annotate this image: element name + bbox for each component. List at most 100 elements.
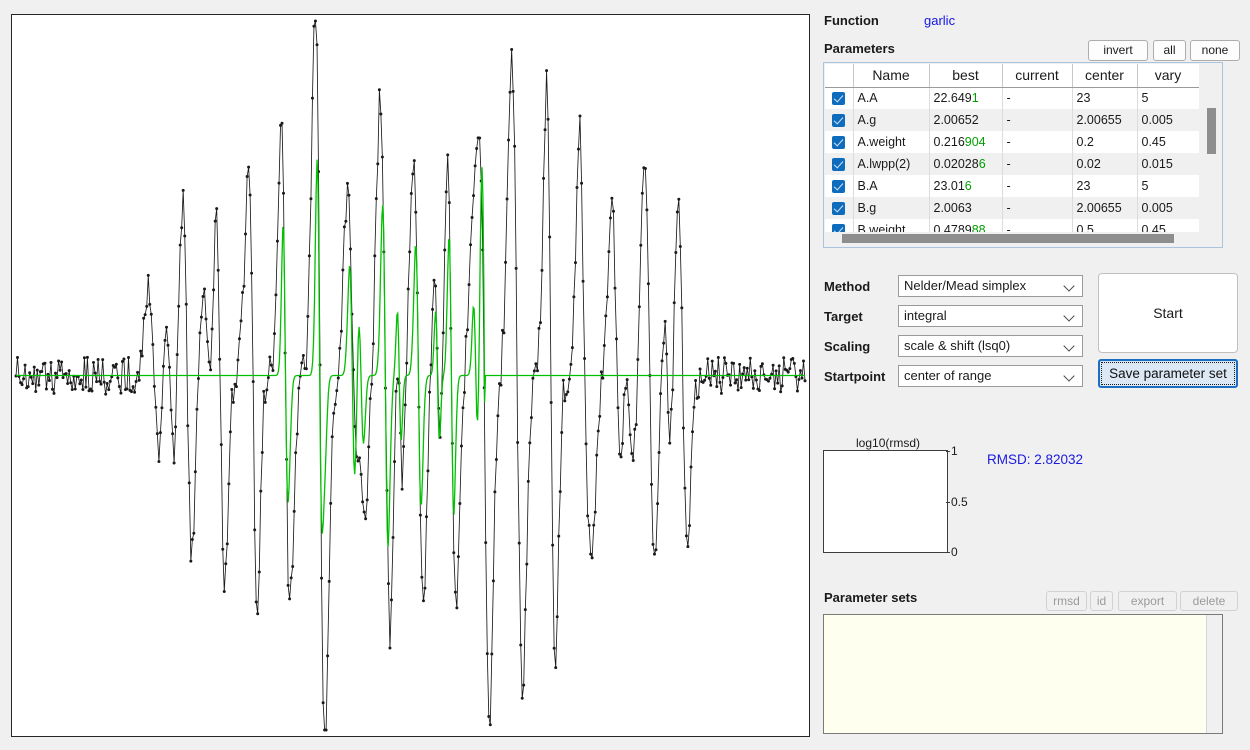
target-select[interactable]: integral bbox=[898, 305, 1083, 327]
best-precision-digits: 6 bbox=[978, 157, 986, 171]
table-row[interactable]: B.weight 0.478988-0.5 0.45 bbox=[825, 219, 1199, 232]
target-select-value: integral bbox=[904, 308, 947, 323]
cell-center: 2.00655 bbox=[1072, 109, 1138, 131]
cell-current: - bbox=[1002, 197, 1073, 219]
cell-name: A.g bbox=[853, 109, 930, 131]
scaling-label: Scaling bbox=[824, 339, 871, 354]
checkbox-checked-icon[interactable] bbox=[831, 158, 845, 172]
cell-best: 0.020286 bbox=[929, 153, 1003, 175]
rmsd-value-readout: RMSD: 2.82032 bbox=[987, 452, 1084, 467]
cell-best: 22.6491 bbox=[929, 87, 1003, 109]
sort-by-rmsd-button[interactable]: rmsd bbox=[1046, 591, 1087, 611]
function-row: Function garlic bbox=[824, 13, 1244, 31]
rmsd-plot-title: log10(rmsd) bbox=[856, 436, 921, 450]
sort-by-id-button[interactable]: id bbox=[1090, 591, 1113, 611]
select-all-button[interactable]: all bbox=[1153, 40, 1186, 61]
table-row[interactable]: A.lwpp(2) 0.020286-0.02 0.015 bbox=[825, 153, 1199, 175]
target-label: Target bbox=[824, 309, 863, 324]
rmsd-tick-label-0: 0 bbox=[951, 545, 958, 559]
startpoint-select-value: center of range bbox=[904, 368, 992, 383]
table-row[interactable]: A.A 22.6491-23 5 bbox=[825, 87, 1199, 109]
spectrum-plot-svg bbox=[14, 19, 807, 732]
cell-current: - bbox=[1002, 87, 1073, 109]
table-row[interactable]: A.g 2.00652-2.00655 0.005 bbox=[825, 109, 1199, 131]
cell-vary: 0.45 bbox=[1137, 131, 1199, 153]
cell-center: 0.2 bbox=[1072, 131, 1138, 153]
function-value[interactable]: garlic bbox=[924, 13, 955, 28]
table-row[interactable]: B.g 2.0063-2.00655 0.005 bbox=[825, 197, 1199, 219]
table-row[interactable]: B.A 23.016-23 5 bbox=[825, 175, 1199, 197]
row-checkbox-cell[interactable] bbox=[825, 131, 854, 153]
row-checkbox-cell[interactable] bbox=[825, 175, 854, 197]
parameter-table-vertical-scrollbar[interactable] bbox=[1207, 108, 1216, 218]
startpoint-select[interactable]: center of range bbox=[898, 365, 1083, 387]
table-row[interactable]: A.weight 0.216904-0.2 0.45 bbox=[825, 131, 1199, 153]
column-header-checkbox[interactable] bbox=[825, 64, 854, 88]
checkbox-checked-icon[interactable] bbox=[831, 136, 845, 150]
cell-current: - bbox=[1002, 131, 1073, 153]
cell-best: 23.016 bbox=[929, 175, 1003, 197]
invert-selection-button[interactable]: invert bbox=[1088, 40, 1148, 61]
esfit-window: Function garlic Parameters invert all no… bbox=[0, 0, 1250, 750]
cell-name: B.g bbox=[853, 197, 930, 219]
column-header-name[interactable]: Name bbox=[853, 64, 930, 88]
chevron-down-icon bbox=[1065, 342, 1074, 351]
cell-best: 2.00652 bbox=[929, 109, 1003, 131]
cell-name: A.weight bbox=[853, 131, 930, 153]
export-button[interactable]: export bbox=[1118, 591, 1177, 611]
row-checkbox-cell[interactable] bbox=[825, 153, 854, 175]
vertical-scrollbar-thumb[interactable] bbox=[1207, 108, 1216, 154]
rmsd-tickmark-mid bbox=[946, 502, 950, 503]
checkbox-checked-icon[interactable] bbox=[831, 92, 845, 106]
cell-vary: 0.005 bbox=[1137, 197, 1199, 219]
method-select-value: Nelder/Mead simplex bbox=[904, 278, 1027, 293]
cell-center: 23 bbox=[1072, 87, 1138, 109]
cell-name: A.A bbox=[853, 87, 930, 109]
rmsd-tick-label-1: 1 bbox=[951, 444, 958, 458]
startpoint-label: Startpoint bbox=[824, 369, 886, 384]
checkbox-checked-icon[interactable] bbox=[831, 180, 845, 194]
scaling-select[interactable]: scale & shift (lsq0) bbox=[898, 335, 1083, 357]
parameter-table: Name best current center vary A.A 22.6491… bbox=[825, 64, 1199, 232]
parameter-table-viewport[interactable]: Name best current center vary A.A 22.6491… bbox=[825, 64, 1199, 232]
checkbox-checked-icon[interactable] bbox=[831, 114, 845, 128]
row-checkbox-cell[interactable] bbox=[825, 197, 854, 219]
cell-best: 2.0063 bbox=[929, 197, 1003, 219]
select-none-button[interactable]: none bbox=[1190, 40, 1240, 61]
save-parameter-set-button[interactable]: Save parameter set bbox=[1098, 359, 1238, 388]
cell-current: - bbox=[1002, 175, 1073, 197]
column-header-best[interactable]: best bbox=[929, 64, 1003, 88]
checkbox-checked-icon[interactable] bbox=[831, 224, 845, 232]
cell-current: - bbox=[1002, 219, 1073, 232]
best-precision-digits: 1 bbox=[971, 91, 979, 106]
checkbox-checked-icon[interactable] bbox=[831, 202, 845, 216]
start-button[interactable]: Start bbox=[1098, 273, 1238, 353]
rmsd-tickmark-top bbox=[946, 451, 950, 452]
column-header-current[interactable]: current bbox=[1002, 64, 1073, 88]
cell-center: 23 bbox=[1072, 175, 1138, 197]
parameter-table-horizontal-scrollbar[interactable] bbox=[842, 234, 1202, 243]
column-header-center[interactable]: center bbox=[1072, 64, 1138, 88]
delete-button[interactable]: delete bbox=[1180, 591, 1238, 611]
parameter-sets-scrollbar[interactable] bbox=[1206, 615, 1222, 733]
best-precision-digits: 904 bbox=[964, 135, 986, 149]
rmsd-plot-area[interactable] bbox=[823, 450, 948, 553]
parameter-sets-list[interactable] bbox=[823, 614, 1223, 734]
method-select[interactable]: Nelder/Mead simplex bbox=[898, 275, 1083, 297]
row-checkbox-cell[interactable] bbox=[825, 87, 854, 109]
cell-name: B.A bbox=[853, 175, 930, 197]
cell-name: B.weight bbox=[853, 219, 930, 232]
row-checkbox-cell[interactable] bbox=[825, 219, 854, 232]
cell-name: A.lwpp(2) bbox=[853, 153, 930, 175]
best-precision-digits: 6 bbox=[964, 179, 972, 193]
rmsd-tick-label-0-5: 0.5 bbox=[951, 495, 968, 509]
row-checkbox-cell[interactable] bbox=[825, 109, 854, 131]
cell-vary: 0.015 bbox=[1137, 153, 1199, 175]
method-label: Method bbox=[824, 279, 871, 294]
cell-current: - bbox=[1002, 109, 1073, 131]
column-header-vary[interactable]: vary bbox=[1137, 64, 1199, 88]
horizontal-scrollbar-thumb[interactable] bbox=[842, 234, 1174, 243]
chevron-down-icon bbox=[1065, 372, 1074, 381]
cell-center: 0.5 bbox=[1072, 219, 1138, 232]
spectrum-plot-panel[interactable] bbox=[11, 14, 810, 737]
